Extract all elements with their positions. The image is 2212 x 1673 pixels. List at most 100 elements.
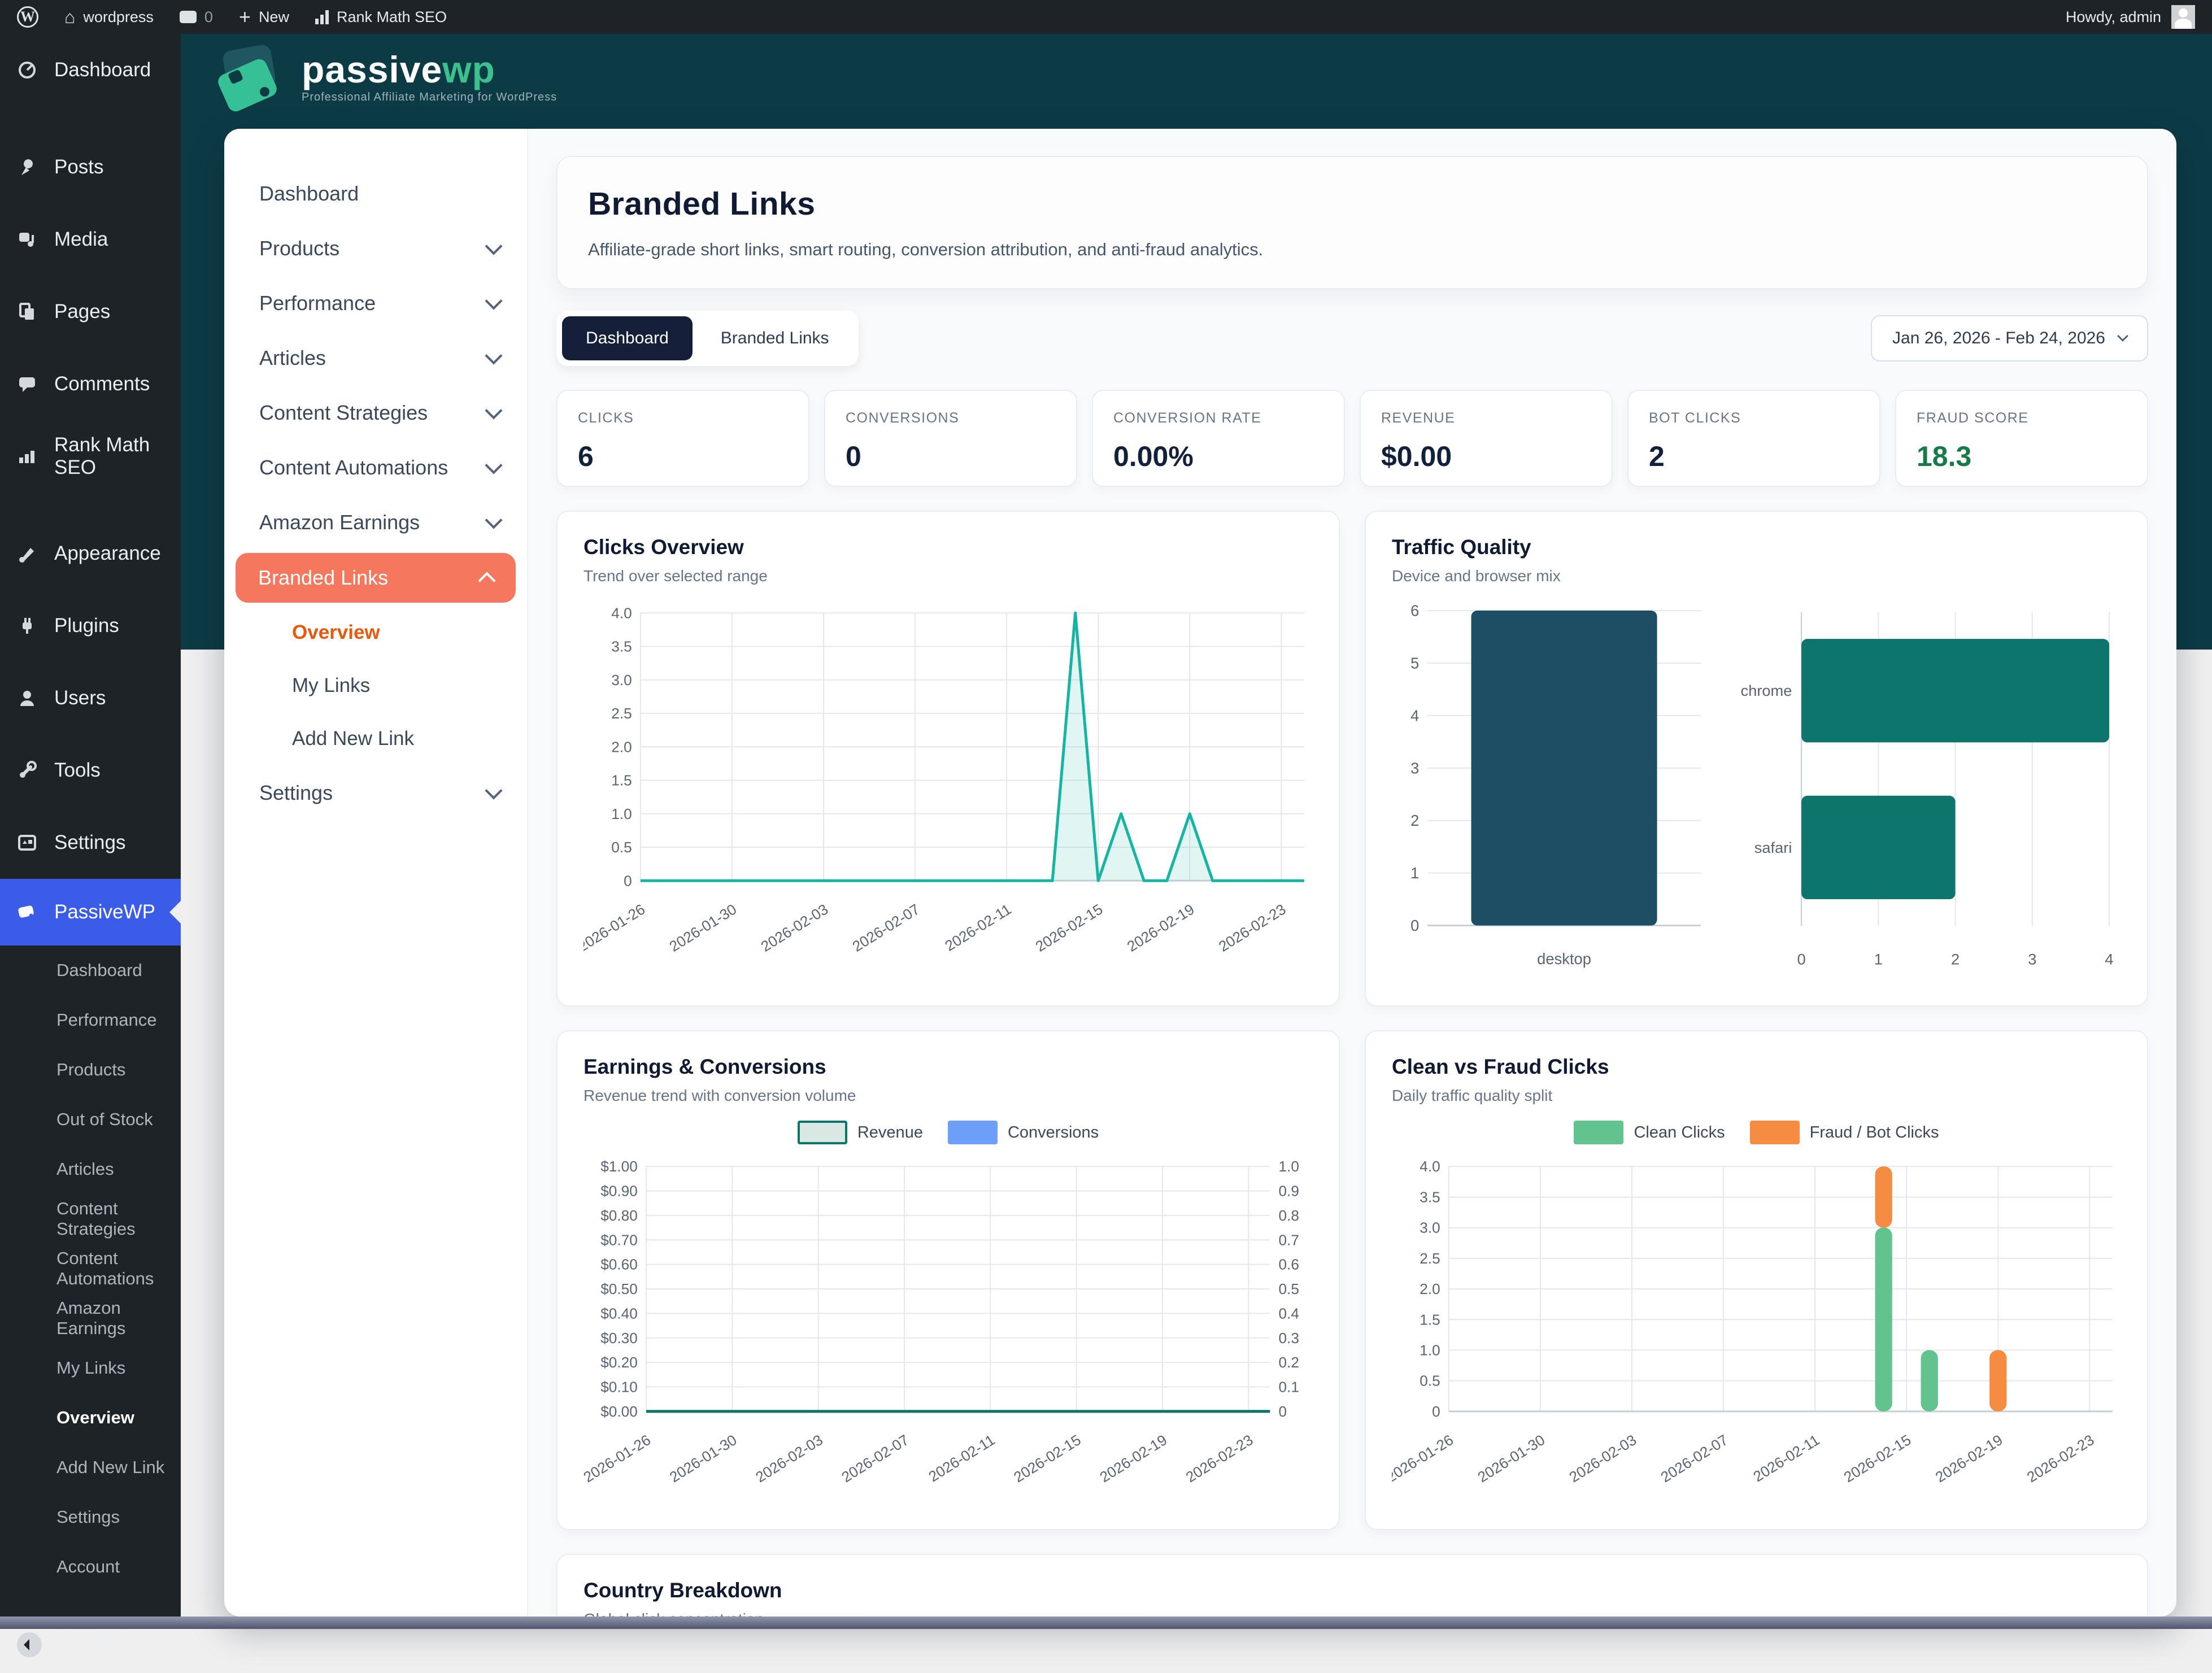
wpsub-out-of-stock[interactable]: Out of Stock xyxy=(0,1095,181,1144)
stats-row: CLICKS 6 CONVERSIONS 0 CONVERSION RATE 0… xyxy=(556,390,2148,487)
wpsub-settings[interactable]: Settings xyxy=(0,1492,181,1542)
wpsub-content-strategies[interactable]: Content Strategies xyxy=(0,1194,181,1244)
svg-text:0.3: 0.3 xyxy=(1278,1330,1299,1347)
stat-value: 2 xyxy=(1649,440,1859,473)
user-icon xyxy=(17,688,37,708)
earnings-chart: $0.000$0.100.1$0.200.2$0.300.3$0.400.4$0… xyxy=(584,1158,1313,1505)
wpsub-my-links[interactable]: My Links xyxy=(0,1343,181,1393)
card-subtitle: Global click concentration xyxy=(584,1610,2121,1617)
tab-dashboard[interactable]: Dashboard xyxy=(562,316,693,360)
stat-value: 18.3 xyxy=(1917,440,2127,473)
svg-text:2026-02-07: 2026-02-07 xyxy=(850,900,923,955)
pnav-sub-overview[interactable]: Overview xyxy=(224,606,527,659)
passivewp-logo: passivewp Professional Affiliate Marketi… xyxy=(220,46,557,110)
wpsub-content-automations[interactable]: Content Automations xyxy=(0,1244,181,1293)
chevron-down-icon xyxy=(485,347,502,364)
svg-text:2026-02-15: 2026-02-15 xyxy=(1033,900,1106,955)
pnav-dashboard[interactable]: Dashboard xyxy=(224,166,527,221)
plugin-sidebar: Dashboard Products Performance Articles … xyxy=(224,129,528,1617)
pnav-sub-my-links[interactable]: My Links xyxy=(224,659,527,712)
svg-text:0.6: 0.6 xyxy=(1278,1256,1299,1273)
horizontal-scrollbar[interactable] xyxy=(0,1617,2212,1629)
date-range-picker[interactable]: Jan 26, 2026 - Feb 24, 2026 xyxy=(1871,315,2148,361)
collapse-arrow-icon xyxy=(17,1632,42,1657)
rank-math-icon xyxy=(17,446,37,467)
sidebar-item-posts[interactable]: Posts xyxy=(0,131,181,203)
chevron-down-icon xyxy=(485,511,502,529)
sidebar-item-media[interactable]: Media xyxy=(0,203,181,276)
svg-text:$0.60: $0.60 xyxy=(600,1256,638,1273)
new-content-link[interactable]: + New xyxy=(239,8,289,26)
svg-text:0: 0 xyxy=(624,872,632,889)
comment-bubble-icon xyxy=(180,11,197,23)
svg-text:2026-02-15: 2026-02-15 xyxy=(1841,1431,1914,1486)
svg-text:$0.10: $0.10 xyxy=(600,1379,638,1396)
pnav-sub-add-new-link[interactable]: Add New Link xyxy=(224,712,527,765)
svg-text:0: 0 xyxy=(1797,950,1806,968)
sidebar-item-comments[interactable]: Comments xyxy=(0,348,181,420)
svg-text:$0.90: $0.90 xyxy=(600,1183,638,1200)
rank-math-link[interactable]: Rank Math SEO xyxy=(315,8,447,26)
svg-text:0.7: 0.7 xyxy=(1278,1232,1299,1249)
chevron-down-icon xyxy=(485,237,502,255)
stat-card-conversions: CONVERSIONS 0 xyxy=(824,390,1077,487)
sidebar-item-appearance[interactable]: Appearance xyxy=(0,517,181,590)
avatar[interactable] xyxy=(2171,5,2195,29)
clean-fraud-chart: 00.51.01.52.02.53.03.54.02026-01-262026-… xyxy=(1392,1158,2121,1505)
browser-bar-chart: 01234chromesafari xyxy=(1713,600,2121,982)
wpsub-articles[interactable]: Articles xyxy=(0,1144,181,1194)
svg-text:1: 1 xyxy=(1874,950,1883,968)
svg-text:2026-01-26: 2026-01-26 xyxy=(1392,1431,1456,1486)
sidebar-item-passivewp[interactable]: PassiveWP xyxy=(0,879,181,946)
rank-math-label: Rank Math SEO xyxy=(337,8,447,26)
sidebar-item-pages[interactable]: Pages xyxy=(0,276,181,348)
pnav-content-automations[interactable]: Content Automations xyxy=(224,440,527,495)
wpsub-products[interactable]: Products xyxy=(0,1045,181,1095)
conversions-swatch xyxy=(948,1121,998,1144)
stat-value: 0 xyxy=(846,440,1056,473)
pnav-settings[interactable]: Settings xyxy=(224,765,527,820)
pnav-articles[interactable]: Articles xyxy=(224,330,527,385)
new-label: New xyxy=(259,8,289,26)
wpsub-overview[interactable]: Overview xyxy=(0,1393,181,1443)
card-title: Clean vs Fraud Clicks xyxy=(1392,1055,2121,1079)
svg-text:4: 4 xyxy=(2105,950,2113,968)
sidebar-item-plugins[interactable]: Plugins xyxy=(0,590,181,662)
plug-icon xyxy=(17,616,37,636)
site-name-link[interactable]: ⌂ wordpress xyxy=(64,7,154,28)
wpsub-add-new-link[interactable]: Add New Link xyxy=(0,1443,181,1492)
svg-text:2: 2 xyxy=(1410,812,1419,829)
earnings-legend: Revenue Conversions xyxy=(584,1121,1313,1144)
sidebar-item-rank-math[interactable]: Rank Math SEO xyxy=(0,420,181,493)
svg-text:3: 3 xyxy=(2028,950,2036,968)
sidebar-item-users[interactable]: Users xyxy=(0,662,181,734)
traffic-quality-card: Traffic Quality Device and browser mix 0… xyxy=(1365,511,2148,1007)
pnav-branded-links-active[interactable]: Branded Links xyxy=(236,553,516,603)
svg-text:3.0: 3.0 xyxy=(611,672,632,689)
wpsub-dashboard[interactable]: Dashboard xyxy=(0,946,181,995)
howdy-admin-link[interactable]: Howdy, admin xyxy=(2066,8,2161,26)
sidebar-item-settings[interactable]: Settings xyxy=(0,807,181,879)
pnav-content-strategies[interactable]: Content Strategies xyxy=(224,385,527,440)
comments-link[interactable]: 0 xyxy=(180,8,213,26)
passivewp-tag-icon xyxy=(17,902,37,922)
wordpress-menu[interactable]: W xyxy=(17,6,38,28)
tab-branded-links[interactable]: Branded Links xyxy=(697,316,853,360)
stat-card-fraud-score: FRAUD SCORE 18.3 xyxy=(1895,390,2148,487)
pnav-products[interactable]: Products xyxy=(224,221,527,276)
sidebar-item-tools[interactable]: Tools xyxy=(0,734,181,807)
svg-text:1.5: 1.5 xyxy=(1419,1311,1440,1328)
pushpin-icon xyxy=(17,157,37,177)
chevron-down-icon xyxy=(485,402,502,419)
pnav-performance[interactable]: Performance xyxy=(224,276,527,330)
passivewp-tag-icon xyxy=(220,46,287,110)
chevron-down-icon xyxy=(2117,330,2128,342)
pnav-amazon-earnings[interactable]: Amazon Earnings xyxy=(224,495,527,550)
dashboard-icon xyxy=(17,60,37,80)
svg-text:2026-02-15: 2026-02-15 xyxy=(1011,1431,1084,1486)
wpsub-amazon-earnings[interactable]: Amazon Earnings xyxy=(0,1293,181,1343)
wpsub-performance[interactable]: Performance xyxy=(0,995,181,1045)
svg-text:2.5: 2.5 xyxy=(611,705,632,722)
sidebar-item-dashboard[interactable]: Dashboard xyxy=(0,34,181,106)
wpsub-account[interactable]: Account xyxy=(0,1542,181,1592)
